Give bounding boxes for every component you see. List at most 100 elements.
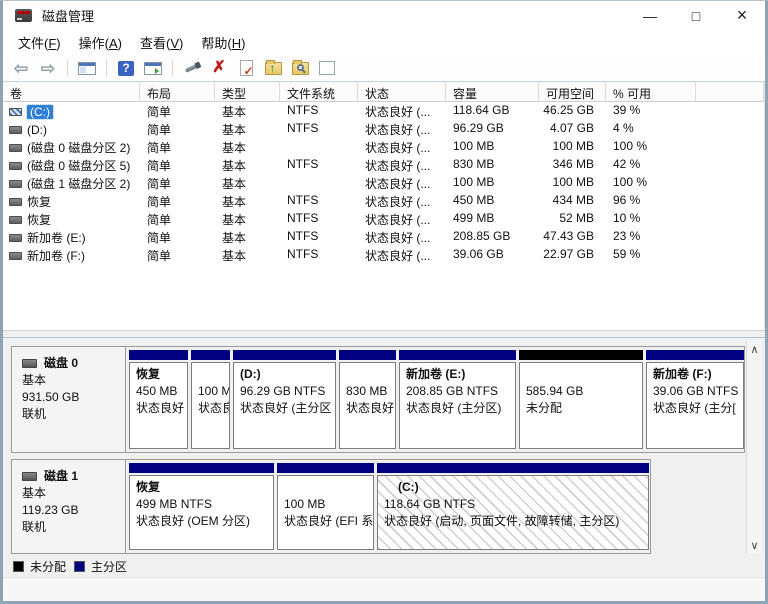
volume-row-recovery-499[interactable]: 恢复 简单 基本 NTFS 状态良好 (... 499 MB 52 MB 10 … <box>3 210 764 228</box>
menu-file[interactable]: 文件(F) <box>9 30 70 55</box>
disk0-row: 磁盘 0 基本 931.50 GB 联机 恢复450 MB状态良好 100 MB… <box>11 346 745 453</box>
volume-icon <box>9 126 22 134</box>
partition-color-bar <box>399 350 516 360</box>
disk0-type: 基本 <box>22 372 125 389</box>
check-document-icon[interactable]: ✓ <box>236 59 256 77</box>
disk1-partitions: 恢复499 MB NTFS状态良好 (OEM 分区) 100 MB状态良好 (E… <box>126 460 650 553</box>
primary-partition-swatch <box>74 561 85 572</box>
forward-icon[interactable]: ⇨ <box>38 59 58 77</box>
toolbar: ⇦ ⇨ ? ✗ ✓ ↑ <box>3 55 765 82</box>
volume-row-d[interactable]: (D:) 简单 基本 NTFS 状态良好 (... 96.29 GB 4.07 … <box>3 120 764 138</box>
console-tree-icon[interactable] <box>77 59 97 77</box>
partition-color-bar <box>277 463 374 473</box>
toolbar-separator <box>172 59 173 77</box>
disk1-status: 联机 <box>22 519 125 536</box>
wand-tool-icon[interactable] <box>182 59 202 77</box>
action-pane-icon[interactable] <box>143 59 163 77</box>
disk-graphics-pane: 磁盘 0 基本 931.50 GB 联机 恢复450 MB状态良好 100 MB… <box>3 338 765 556</box>
partition-color-bar <box>339 350 396 360</box>
drive-icon <box>22 472 37 481</box>
partition-d[interactable]: (D:)96.29 GB NTFS状态良好 (主分区 <box>233 350 336 449</box>
delete-volume-icon[interactable]: ✗ <box>209 59 229 77</box>
partition-recovery-499[interactable]: 恢复499 MB NTFS状态良好 (OEM 分区) <box>129 463 274 550</box>
scroll-up-icon[interactable]: ∧ <box>747 341 762 357</box>
col-percent-free[interactable]: % 可用 <box>606 82 696 101</box>
volume-row-f[interactable]: 新加卷 (F:) 简单 基本 NTFS 状态良好 (... 39.06 GB 2… <box>3 246 764 264</box>
disk1-type: 基本 <box>22 485 125 502</box>
volume-row-disk0-part2[interactable]: (磁盘 0 磁盘分区 2) 简单 基本 状态良好 (... 100 MB 100… <box>3 138 764 156</box>
partition-100mb-d0[interactable]: 100 MB状态良好 <box>191 350 230 449</box>
menu-view[interactable]: 查看(V) <box>131 30 192 55</box>
col-status[interactable]: 状态 <box>358 82 446 101</box>
toolbar-separator <box>106 59 107 77</box>
volume-icon <box>9 252 22 260</box>
volume-icon <box>9 108 22 116</box>
menu-bar: 文件(F) 操作(A) 查看(V) 帮助(H) <box>3 30 765 55</box>
window-title: 磁盘管理 <box>42 6 94 25</box>
volume-icon <box>9 144 22 152</box>
app-icon <box>15 9 32 22</box>
volume-icon <box>9 198 22 206</box>
menu-help[interactable]: 帮助(H) <box>192 30 254 55</box>
checklist-icon[interactable] <box>317 59 337 77</box>
col-type[interactable]: 类型 <box>215 82 280 101</box>
drive-icon <box>22 359 37 368</box>
col-free-space[interactable]: 可用空间 <box>539 82 606 101</box>
menu-action[interactable]: 操作(A) <box>70 30 131 55</box>
partition-c-selected[interactable]: (C:)118.64 GB NTFS状态良好 (启动, 页面文件, 故障转储, … <box>377 463 649 550</box>
volume-row-e[interactable]: 新加卷 (E:) 简单 基本 NTFS 状态良好 (... 208.85 GB … <box>3 228 764 246</box>
partition-recovery-450[interactable]: 恢复450 MB状态良好 <box>129 350 188 449</box>
title-bar: 磁盘管理 — □ × <box>3 1 765 30</box>
minimize-button[interactable]: — <box>627 1 673 30</box>
legend-primary-partition: 主分区 <box>74 558 127 575</box>
disk0-status: 联机 <box>22 406 125 423</box>
partition-color-bar <box>233 350 336 360</box>
partition-unallocated[interactable]: 585.94 GB未分配 <box>519 350 643 449</box>
horizontal-scrollbar[interactable] <box>3 330 765 338</box>
folder-search-icon[interactable] <box>290 59 310 77</box>
selected-volume-label: (C:) <box>27 105 53 119</box>
unallocated-swatch <box>13 561 24 572</box>
folder-up-icon[interactable]: ↑ <box>263 59 283 77</box>
partition-color-bar <box>129 350 188 360</box>
col-volume[interactable]: 卷 <box>3 82 140 101</box>
volume-row-c[interactable]: (C:) 简单 基本 NTFS 状态良好 (... 118.64 GB 46.2… <box>3 102 764 120</box>
back-icon[interactable]: ⇦ <box>11 59 31 77</box>
partition-color-bar <box>129 463 274 473</box>
volume-row-disk1-part2[interactable]: (磁盘 1 磁盘分区 2) 简单 基本 状态良好 (... 100 MB 100… <box>3 174 764 192</box>
vertical-scrollbar[interactable]: ∧ ∨ <box>746 341 762 553</box>
help-icon[interactable]: ? <box>116 59 136 77</box>
scroll-down-icon[interactable]: ∨ <box>747 537 762 553</box>
partition-f[interactable]: 新加卷 (F:)39.06 GB NTFS状态良好 (主分[ <box>646 350 744 449</box>
volume-list: 卷 布局 类型 文件系统 状态 容量 可用空间 % 可用 (C:) 简单 基本 … <box>3 82 765 330</box>
volume-row-disk0-part5[interactable]: (磁盘 0 磁盘分区 5) 简单 基本 NTFS 状态良好 (... 830 M… <box>3 156 764 174</box>
maximize-button[interactable]: □ <box>673 1 719 30</box>
partition-color-bar <box>519 350 643 360</box>
volume-row-recovery-450[interactable]: 恢复 简单 基本 NTFS 状态良好 (... 450 MB 434 MB 96… <box>3 192 764 210</box>
legend-unallocated: 未分配 <box>13 558 66 575</box>
disk1-label[interactable]: 磁盘 1 基本 119.23 GB 联机 <box>12 460 126 553</box>
partition-830mb[interactable]: 830 MB状态良好 <box>339 350 396 449</box>
partition-e[interactable]: 新加卷 (E:)208.85 GB NTFS状态良好 (主分区) <box>399 350 516 449</box>
volume-icon <box>9 180 22 188</box>
legend: 未分配 主分区 <box>3 556 765 577</box>
col-filler <box>696 82 764 101</box>
caption-buttons: — □ × <box>627 1 765 30</box>
col-capacity[interactable]: 容量 <box>446 82 539 101</box>
disk1-row: 磁盘 1 基本 119.23 GB 联机 恢复499 MB NTFS状态良好 (… <box>11 459 651 554</box>
disk0-size: 931.50 GB <box>22 389 125 406</box>
col-layout[interactable]: 布局 <box>140 82 215 101</box>
partition-color-bar <box>646 350 744 360</box>
volume-icon <box>9 162 22 170</box>
toolbar-separator <box>67 59 68 77</box>
status-strip <box>3 577 765 602</box>
disk0-partitions: 恢复450 MB状态良好 100 MB状态良好 (D:)96.29 GB NTF… <box>126 347 744 452</box>
close-button[interactable]: × <box>719 1 765 30</box>
volume-icon <box>9 234 22 242</box>
disk0-label[interactable]: 磁盘 0 基本 931.50 GB 联机 <box>12 347 126 452</box>
volume-icon <box>9 216 22 224</box>
disk-management-window: 磁盘管理 — □ × 文件(F) 操作(A) 查看(V) 帮助(H) ⇦ ⇨ ?… <box>0 0 768 604</box>
partition-100mb-d1[interactable]: 100 MB状态良好 (EFI 系 <box>277 463 374 550</box>
partition-color-bar <box>377 463 649 473</box>
col-filesystem[interactable]: 文件系统 <box>280 82 358 101</box>
